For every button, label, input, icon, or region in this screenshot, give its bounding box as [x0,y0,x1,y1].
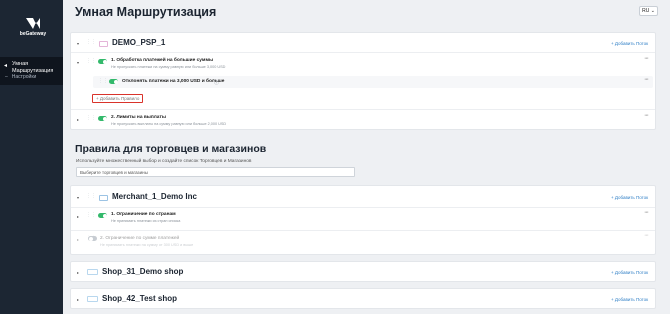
psp-title: DEMO_PSP_1 [112,38,166,47]
rule-title: 2. Лимиты на выплаты [111,115,166,120]
drag-handle-icon[interactable]: ⋮⋮ [86,193,96,199]
divider [71,52,655,53]
drag-handle-icon[interactable]: ⋮⋮ [86,115,96,121]
page-title: Умная Маршрутизация [75,5,217,19]
chevron-down-icon[interactable]: ▾ [77,41,79,46]
shop-card: ▸ Shop_42_Test shop + Добавить Поток [70,288,656,309]
chevron-right-icon[interactable]: ▸ [77,270,79,275]
rule-subtitle: Не принимать платежи из стран списка [111,219,181,223]
rule-toggle[interactable] [109,79,118,84]
chevron-down-icon[interactable]: ▾ [77,195,79,200]
info-icon[interactable]: ⓘ [214,79,219,86]
section-title: Правила для торговцев и магазинов [75,143,267,155]
sidebar-item-smart-routing[interactable]: ◂ Умная Маршрутизация [0,57,63,85]
more-dots-icon[interactable]: ··· [644,76,649,83]
chevron-right-icon[interactable]: ▸ [77,237,79,242]
logo-icon [26,18,40,29]
divider [71,230,655,231]
rule-subtitle: Не принимать платежи на сумму от 300 USD… [100,243,194,247]
sidebar: beGateway ◂ Умная Маршрутизация – Настрой… [0,0,63,314]
rule-title: 2. Ограничение по сумме платежей [100,236,180,241]
store-icon [87,269,98,275]
rule-toggle[interactable] [98,213,107,218]
sidebar-item-label: Умная Маршрутизация [12,61,54,74]
brand-logo[interactable]: beGateway [14,18,52,40]
divider [71,109,655,110]
add-flow-button[interactable]: + Добавить Поток [611,297,648,302]
drag-handle-icon[interactable]: ⋮⋮ [86,58,96,64]
rule-title: 1. Обработка платежей на большие суммы [111,58,214,63]
chevron-right-icon[interactable]: ▸ [77,214,79,219]
rule-toggle[interactable] [88,236,97,241]
add-flow-button[interactable]: + Добавить Поток [611,195,648,200]
folder-icon [99,195,108,201]
drag-handle-icon[interactable]: ⋮⋮ [86,39,96,45]
section-hint: Используйте множественный выбор и создай… [76,159,252,164]
shop-title: Shop_31_Demo shop [102,267,184,276]
chevron-down-icon[interactable]: ▾ [77,60,79,65]
brand-name: beGateway [19,31,47,37]
psp-card: ▾ ⋮⋮ DEMO_PSP_1 + Добавить Поток ▾ ⋮⋮ 1.… [70,32,656,130]
merchant-card: ▾ ⋮⋮ Merchant_1_Demo Inc + Добавить Пото… [70,185,656,255]
merchant-title: Merchant_1_Demo Inc [112,192,197,201]
more-dots-icon[interactable]: ··· [644,112,649,119]
add-rule-button[interactable]: + Добавить Правило [92,94,144,103]
more-dots-icon[interactable]: ··· [644,232,649,239]
route-icon: ◂ [4,63,8,69]
rule-subtitle: Не пропускать платежи на сумму равную ил… [111,65,226,69]
nested-rule-row: ⋮⋮ Отклонять платежи на 3,000 USD и боль… [93,76,653,88]
more-dots-icon[interactable]: ··· [644,209,649,216]
store-icon [87,296,98,302]
rule-title: 1. Ограничение по странам [111,212,176,217]
drag-handle-icon[interactable]: ⋮⋮ [86,212,96,218]
chevron-right-icon[interactable]: ▸ [77,297,79,302]
drag-handle-icon[interactable]: ⋮⋮ [98,78,108,84]
shop-card: ▸ Shop_31_Demo shop + Добавить Поток [70,261,656,282]
rule-subtitle: Не пропускать выплаты на сумму равную ил… [111,122,227,126]
nested-rule-title: Отклонять платежи на 3,000 USD и больше [122,79,225,84]
sidebar-subitem-settings[interactable]: – Настройки [5,74,36,80]
add-flow-button[interactable]: + Добавить Поток [611,41,648,46]
shop-title: Shop_42_Test shop [102,294,177,303]
add-flow-button[interactable]: + Добавить Поток [611,270,648,275]
more-dots-icon[interactable]: ··· [644,55,649,62]
rule-toggle[interactable] [98,116,107,121]
divider [71,207,655,208]
folder-icon [99,41,108,47]
language-select[interactable]: RU ⌄ [639,6,658,16]
chevron-right-icon[interactable]: ▸ [77,117,79,122]
rule-toggle[interactable] [98,59,107,64]
merchant-shop-select[interactable]: Выберите торговцев и магазины [76,167,355,177]
